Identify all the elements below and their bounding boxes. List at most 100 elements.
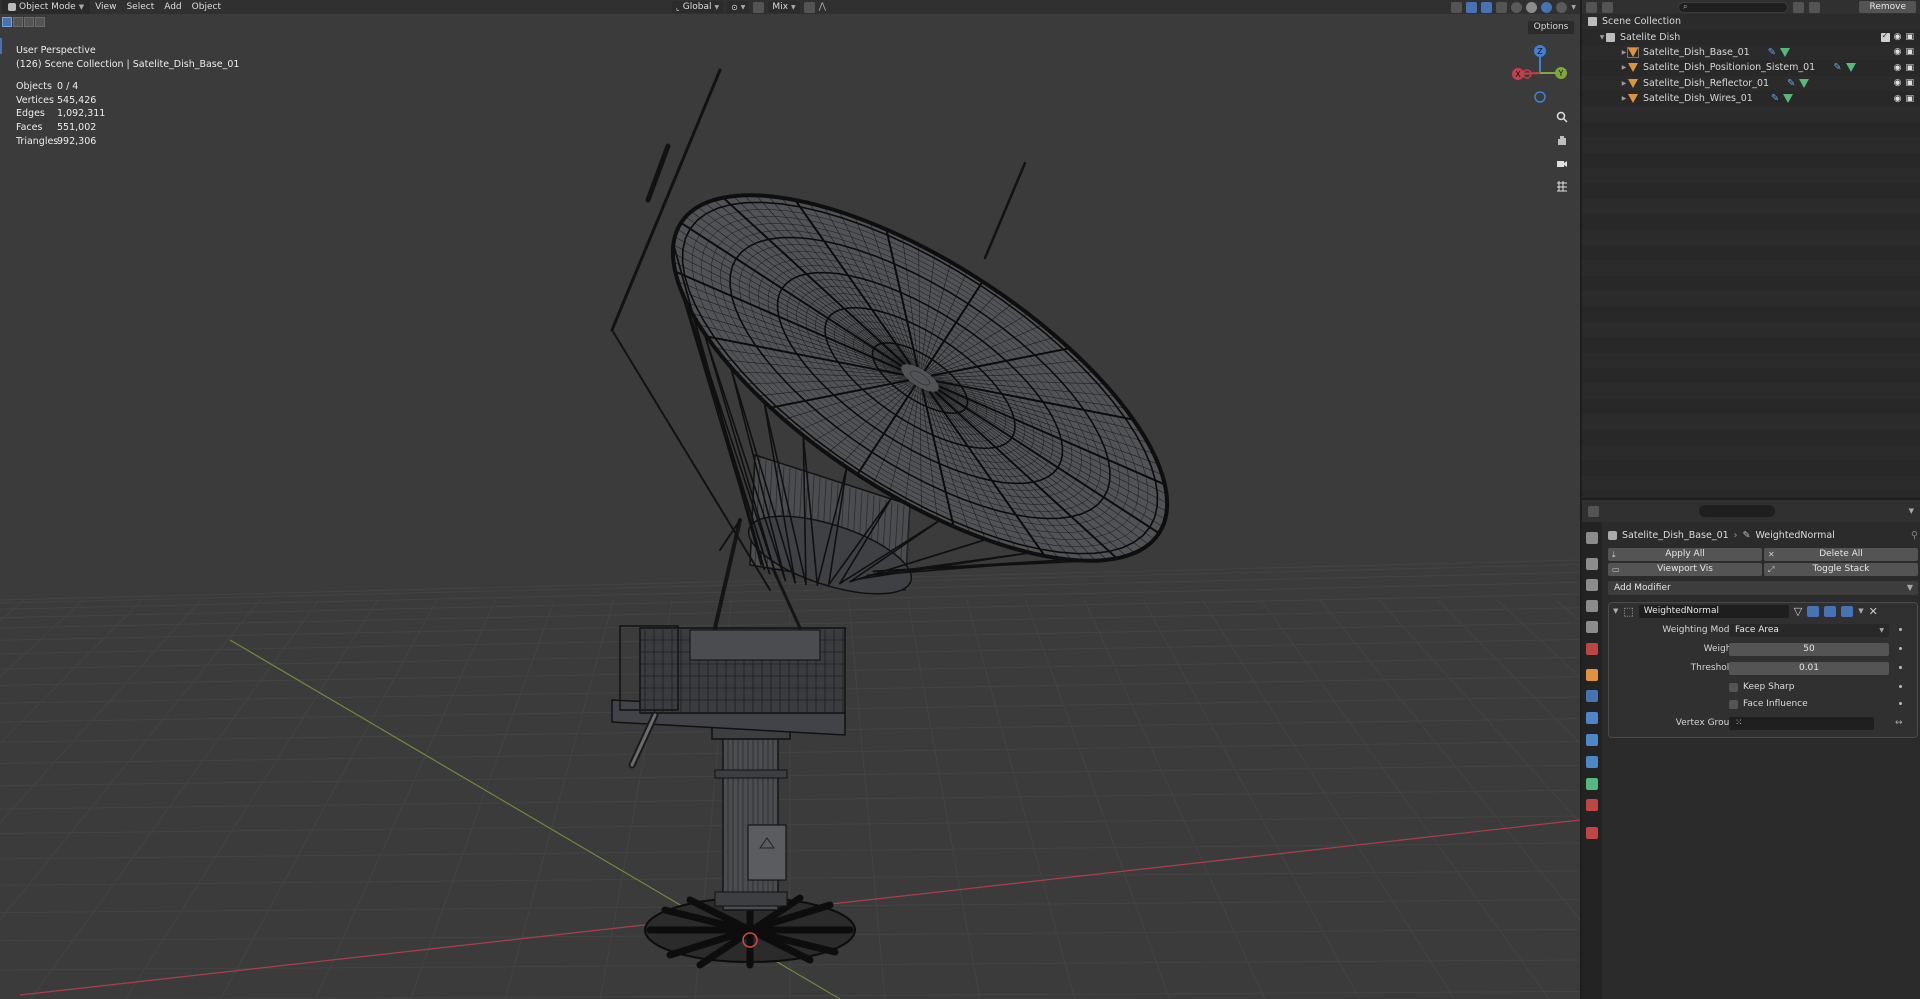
expand-arrow-icon[interactable]: ▶ [1620, 80, 1628, 87]
outliner-search-input[interactable]: ⌕ [1678, 1, 1788, 13]
expand-arrow-icon[interactable]: ▶ [1620, 49, 1628, 56]
falloff-icon[interactable]: ⋀ [819, 2, 826, 12]
scene-tab-icon[interactable] [1586, 621, 1598, 633]
render-tab-icon[interactable] [1586, 558, 1598, 570]
constraints-tab-icon[interactable] [1586, 756, 1598, 768]
rendered-shading-icon[interactable] [1556, 1, 1568, 13]
orientation-dropdown[interactable]: ⌞ Global ▼ [672, 1, 724, 13]
options-button[interactable]: Options [1528, 21, 1574, 34]
proportional-edit-icon[interactable] [803, 1, 815, 13]
select-extend-icon[interactable] [13, 17, 23, 27]
close-icon[interactable]: ✕ [1869, 605, 1878, 618]
material-tab-icon[interactable] [1586, 799, 1598, 811]
camera-view-icon[interactable] [1552, 153, 1572, 173]
material-shading-icon[interactable] [1541, 1, 1553, 13]
navigation-gizmo[interactable]: Z X Y [1505, 40, 1575, 110]
snap-dropdown[interactable]: Mix ▼ [768, 1, 800, 13]
toggle-stack-button[interactable]: ⤢ Toggle Stack [1764, 563, 1918, 576]
eye-icon[interactable]: ◉ [1894, 47, 1902, 57]
wireframe-shading-icon[interactable] [1511, 1, 1523, 13]
pin-icon[interactable]: ⚲ [1911, 530, 1918, 541]
collapse-arrow-icon[interactable]: ▼ [1598, 34, 1606, 41]
keyframe-dot-icon[interactable] [1899, 666, 1902, 669]
expand-arrow-icon[interactable]: ▶ [1620, 95, 1628, 102]
weight-field[interactable]: 50 [1729, 643, 1889, 656]
delete-all-button[interactable]: ✕ Delete All [1764, 548, 1918, 561]
overlay-toggle-icon[interactable] [1481, 1, 1493, 13]
eye-icon[interactable]: ◉ [1894, 63, 1902, 73]
solid-shading-icon[interactable] [1526, 1, 1538, 13]
chevron-down-icon[interactable]: ▼ [1571, 4, 1576, 11]
select-subtract-icon[interactable] [24, 17, 34, 27]
select-intersect-icon[interactable] [35, 17, 45, 27]
3d-viewport[interactable]: Object Mode ▼ View Select Add Object ⌞ G… [0, 0, 1580, 999]
xray-icon[interactable] [1496, 1, 1508, 13]
weighting-mode-dropdown[interactable]: Face Area ▼ [1729, 624, 1889, 637]
apply-all-button[interactable]: ⤓ Apply All [1608, 548, 1762, 561]
gizmo-toggle-icon[interactable] [1466, 1, 1478, 13]
vertex-group-field[interactable]: ⁙ [1729, 717, 1874, 730]
collection-row[interactable]: ▼ Satelite Dish ◉ ▣ [1582, 29, 1920, 44]
viewport-toggle-icon[interactable] [1824, 605, 1837, 617]
expand-arrow-icon[interactable]: ▶ [1620, 64, 1628, 71]
mode-selector[interactable]: Object Mode ▼ [2, 0, 91, 14]
camera-icon[interactable]: ▣ [1905, 78, 1914, 88]
menu-view[interactable]: View [90, 0, 121, 14]
world-tab-icon[interactable] [1586, 643, 1598, 655]
pivot-dropdown[interactable]: ⊙ ▼ [727, 1, 750, 13]
keyframe-dot-icon[interactable] [1899, 702, 1902, 705]
select-new-icon[interactable] [2, 17, 12, 27]
output-tab-icon[interactable] [1586, 579, 1598, 591]
camera-icon[interactable]: ▣ [1905, 63, 1914, 73]
invert-arrows-icon[interactable]: ↔ [1895, 717, 1903, 730]
chevron-down-icon[interactable]: ▼ [1909, 507, 1914, 515]
edit-mode-toggle-icon[interactable] [1807, 605, 1820, 617]
camera-icon[interactable]: ▣ [1905, 32, 1914, 42]
eye-icon[interactable]: ◉ [1894, 78, 1902, 88]
remove-button[interactable]: Remove [1859, 1, 1916, 13]
add-modifier-dropdown[interactable]: Add Modifier ▼ [1608, 581, 1918, 595]
outliner-object-row[interactable]: ▶ Satelite_Dish_Wires_01 ✎ ◉ ▣ [1582, 91, 1920, 106]
texture-tab-icon[interactable] [1586, 827, 1598, 839]
tool-tab-icon[interactable] [1586, 532, 1598, 544]
camera-icon[interactable]: ▣ [1905, 94, 1914, 104]
keyframe-dot-icon[interactable] [1899, 628, 1902, 631]
ortho-grid-icon[interactable] [1552, 176, 1572, 196]
outliner-object-row[interactable]: ▶ Satelite_Dish_Reflector_01 ✎ ◉ ▣ [1582, 75, 1920, 91]
view-layer-tab-icon[interactable] [1586, 600, 1598, 612]
outliner-object-row[interactable]: ▶ Satelite_Dish_Base_01 ✎ ◉ ▣ [1582, 44, 1920, 61]
modifier-tab-icon[interactable] [1586, 690, 1598, 702]
particles-tab-icon[interactable] [1586, 712, 1598, 724]
keyframe-dot-icon[interactable] [1899, 647, 1902, 650]
menu-add[interactable]: Add [159, 0, 186, 14]
keep-sharp-checkbox[interactable] [1729, 683, 1738, 692]
threshold-field[interactable]: 0.01 [1729, 662, 1889, 675]
chevron-down-icon[interactable]: ▼ [1858, 607, 1863, 615]
editor-type-icon[interactable] [1588, 505, 1599, 517]
render-toggle-icon[interactable] [1841, 605, 1854, 617]
modifier-name-field[interactable]: WeightedNormal [1638, 604, 1789, 618]
viewport-scene[interactable] [0, 0, 1580, 999]
collapse-arrow-icon[interactable]: ▼ [1613, 607, 1618, 615]
display-mode-icon[interactable] [1602, 1, 1613, 13]
visibility-icon[interactable] [1451, 1, 1463, 13]
snap-icon[interactable] [753, 1, 765, 13]
object-tab-icon[interactable] [1586, 669, 1598, 681]
pan-hand-icon[interactable] [1552, 130, 1572, 150]
filter-icon[interactable] [1793, 1, 1804, 13]
keyframe-dot-icon[interactable] [1899, 685, 1902, 688]
menu-object[interactable]: Object [187, 0, 226, 14]
physics-tab-icon[interactable] [1586, 734, 1598, 746]
properties-search-input[interactable] [1699, 505, 1775, 517]
on-cage-icon[interactable]: ▽ [1794, 605, 1802, 618]
new-collection-icon[interactable] [1809, 1, 1820, 13]
menu-select[interactable]: Select [121, 0, 159, 14]
eye-icon[interactable]: ◉ [1894, 32, 1902, 42]
data-tab-icon[interactable] [1586, 778, 1598, 790]
outliner-object-row[interactable]: ▶ Satelite_Dish_Positionion_Sistem_01 ✎ … [1582, 60, 1920, 75]
zoom-icon[interactable] [1552, 107, 1572, 127]
editor-type-icon[interactable] [1586, 1, 1597, 13]
face-influence-checkbox[interactable] [1729, 700, 1738, 709]
eye-icon[interactable]: ◉ [1894, 94, 1902, 104]
camera-icon[interactable]: ▣ [1905, 47, 1914, 57]
